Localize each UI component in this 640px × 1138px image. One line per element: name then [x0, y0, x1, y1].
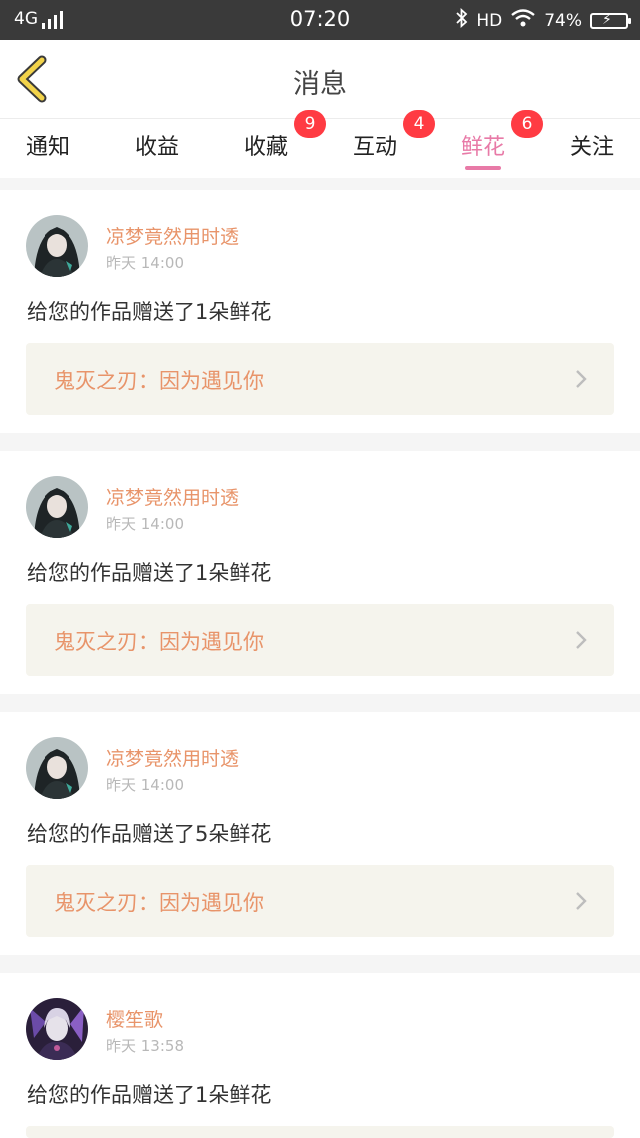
wifi-icon — [510, 8, 536, 33]
tab-label: 收藏 — [243, 135, 288, 160]
battery-icon: ⚡ — [590, 12, 631, 29]
tab-favorites[interactable]: 收藏 9 — [226, 110, 326, 161]
avatar[interactable] — [26, 737, 88, 799]
tab-label: 收益 — [134, 135, 179, 160]
work-link[interactable]: 鬼灭之刃：因为遇见你 — [26, 343, 614, 415]
message-text: 给您的作品赠送了1朵鲜花 — [27, 1083, 272, 1107]
avatar[interactable] — [26, 998, 88, 1060]
tab-label: 关注 — [569, 135, 614, 160]
message-text: 给您的作品赠送了1朵鲜花 — [27, 561, 272, 585]
work-title: 鬼灭之刃：因为遇见你 — [54, 891, 264, 915]
message-time: 昨天 13:58 — [106, 1037, 184, 1055]
message-card: 凉梦竟然用时透 昨天 14:00 给您的作品赠送了1朵鲜花 鬼灭之刃：因为遇见你 — [0, 190, 640, 433]
message-time: 昨天 14:00 — [106, 515, 184, 533]
bluetooth-icon — [456, 7, 468, 33]
tab-label: 通知 — [25, 135, 70, 160]
work-link[interactable] — [26, 1126, 614, 1138]
chevron-right-icon — [576, 370, 587, 388]
sender-name[interactable]: 凉梦竟然用时透 — [106, 483, 239, 510]
hd-label: HD — [476, 10, 503, 31]
battery-percent: 74% — [544, 10, 582, 31]
unread-badge: 6 — [511, 110, 543, 138]
work-link[interactable]: 鬼灭之刃：因为遇见你 — [26, 604, 614, 676]
avatar[interactable] — [26, 215, 88, 277]
chevron-right-icon — [576, 892, 587, 910]
message-time: 昨天 14:00 — [106, 254, 184, 272]
avatar[interactable] — [26, 476, 88, 538]
message-text: 给您的作品赠送了5朵鲜花 — [27, 822, 272, 846]
page-title: 消息 — [293, 69, 347, 100]
active-tab-indicator — [465, 166, 501, 170]
tab-label: 互动 — [352, 135, 397, 160]
message-card: 凉梦竟然用时透 昨天 14:00 给您的作品赠送了5朵鲜花 鬼灭之刃：因为遇见你 — [0, 712, 640, 955]
tab-follow[interactable]: 关注 — [552, 129, 632, 161]
tab-label: 鲜花 — [460, 135, 505, 160]
message-card: 樱笙歌 昨天 13:58 给您的作品赠送了1朵鲜花 — [0, 973, 640, 1138]
sender-name[interactable]: 凉梦竟然用时透 — [106, 744, 239, 771]
tab-interactions[interactable]: 互动 4 — [335, 110, 435, 161]
message-text: 给您的作品赠送了1朵鲜花 — [27, 300, 272, 324]
tab-notice[interactable]: 通知 — [8, 129, 88, 161]
unread-badge: 9 — [294, 110, 326, 138]
work-title: 鬼灭之刃：因为遇见你 — [54, 630, 264, 654]
message-card: 凉梦竟然用时透 昨天 14:00 给您的作品赠送了1朵鲜花 鬼灭之刃：因为遇见你 — [0, 451, 640, 694]
sender-name[interactable]: 凉梦竟然用时透 — [106, 222, 239, 249]
message-time: 昨天 14:00 — [106, 776, 184, 794]
header: 消息 — [0, 40, 640, 119]
unread-badge: 4 — [403, 110, 435, 138]
chevron-right-icon — [576, 631, 587, 649]
work-title: 鬼灭之刃：因为遇见你 — [54, 369, 264, 393]
work-link[interactable]: 鬼灭之刃：因为遇见你 — [26, 865, 614, 937]
tab-bar: 通知 收益 收藏 9 互动 4 鲜花 6 关注 — [0, 110, 640, 178]
tab-flowers[interactable]: 鲜花 6 — [443, 110, 543, 170]
sender-name[interactable]: 樱笙歌 — [106, 1005, 163, 1032]
status-bar: 4G 07:20 HD 74% ⚡ — [0, 0, 640, 40]
status-icons: HD 74% ⚡ — [448, 7, 631, 33]
tab-earnings[interactable]: 收益 — [117, 129, 197, 161]
